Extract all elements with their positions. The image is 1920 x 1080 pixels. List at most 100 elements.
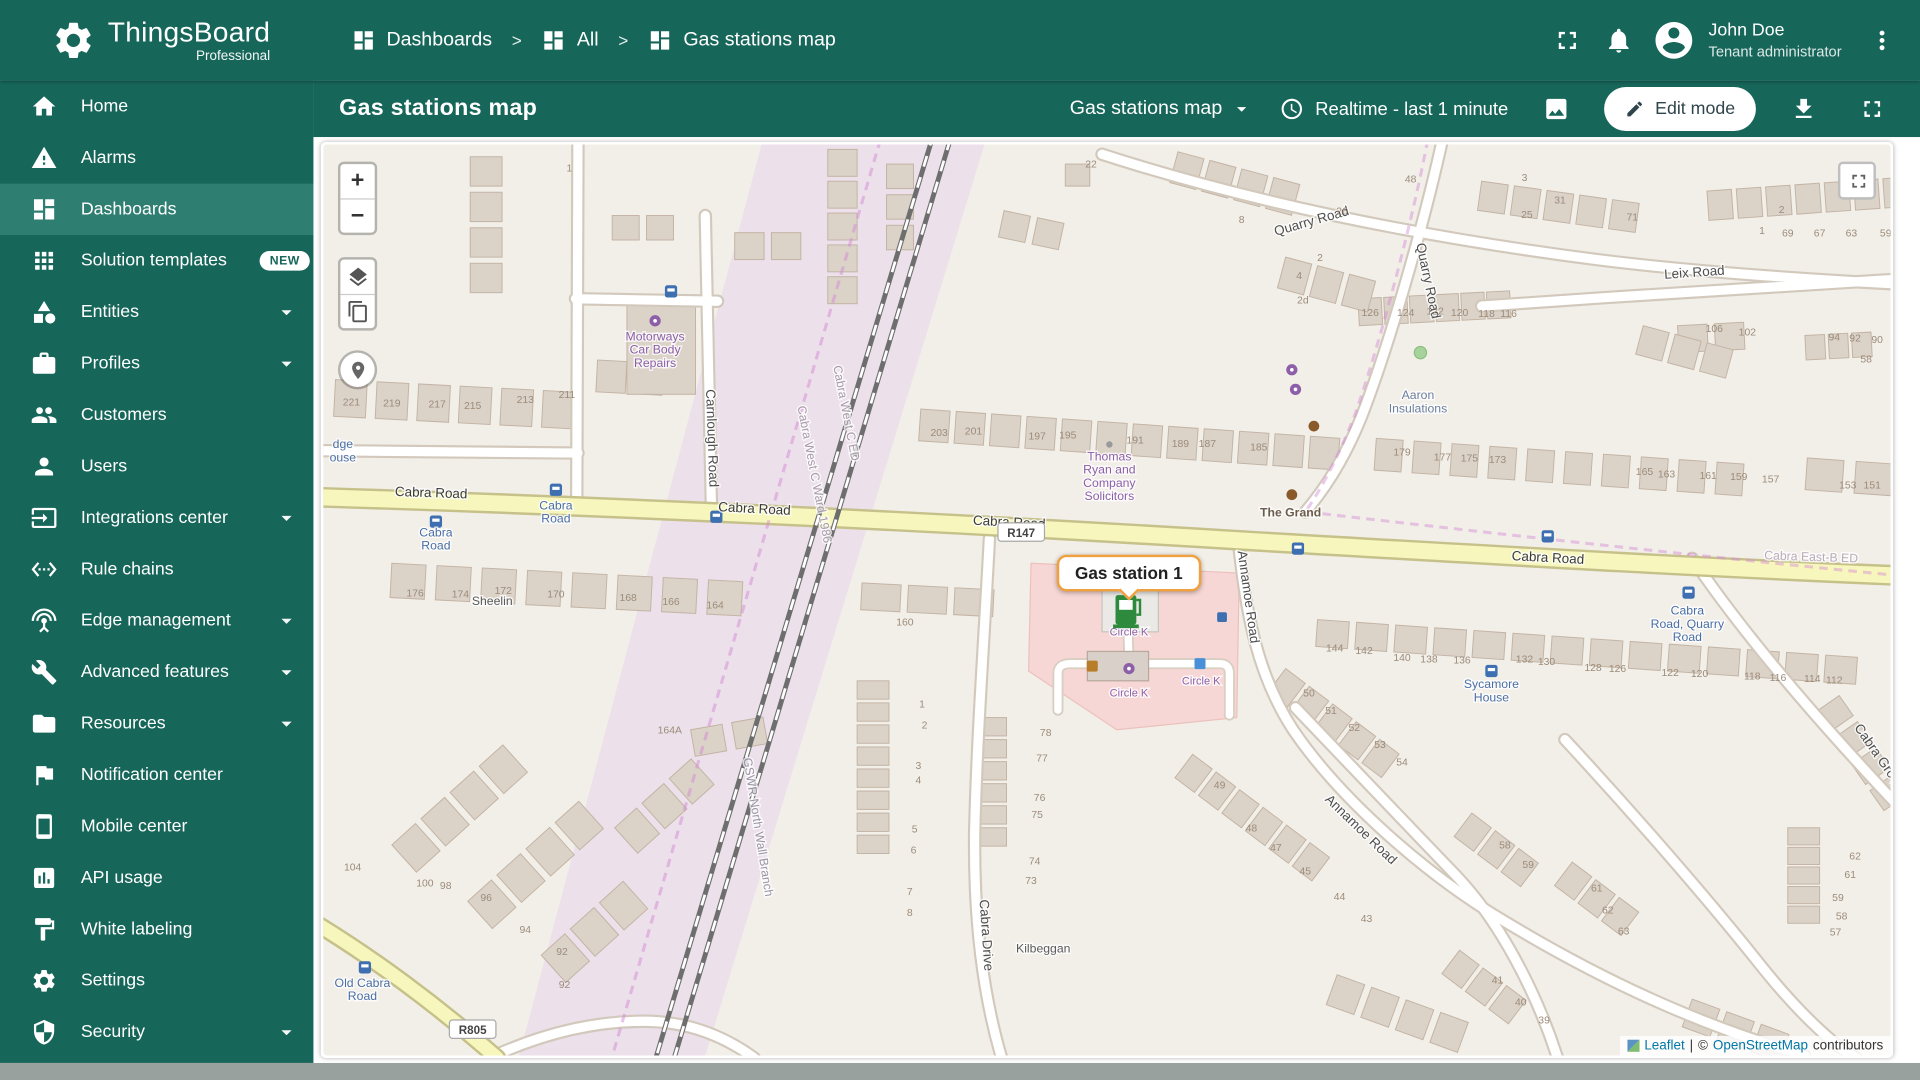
zoom-in-button[interactable]: + [340,164,374,198]
house-number: 185 [1250,443,1268,454]
house-number: 58 [1860,354,1872,365]
house-number: 157 [1762,474,1780,485]
download-icon [1795,98,1812,118]
sidebar-item-dashboards[interactable]: Dashboards [0,183,314,236]
sidebar-item-rule-chains[interactable]: Rule chains [0,544,313,595]
house-number: 58 [1499,841,1511,852]
shop-poi-icon [1286,364,1298,376]
house-number: 144 [1326,643,1344,654]
fullscreen-icon [1559,31,1577,49]
edit-mode-label: Edit mode [1655,99,1736,119]
sidebar-item-settings[interactable]: Settings [0,955,313,1006]
sidebar-item-entities[interactable]: Entities [0,287,313,338]
notifications-button[interactable] [1593,15,1644,66]
sidebar-item-users[interactable]: Users [0,441,313,492]
top-header: ThingsBoard Professional Dashboards > All >… [0,0,1920,81]
timewindow-button[interactable]: Realtime - last 1 minute [1280,97,1508,121]
map-label: Motorways Car Body Repairs [626,329,685,369]
house-number: 151 [1864,481,1882,492]
gas-station-tooltip-label: Gas station 1 [1075,562,1183,583]
map-fullscreen-button[interactable] [1837,161,1876,200]
house-number: 6 [911,845,917,856]
logo[interactable]: ThingsBoard Professional [0,15,271,63]
house-number: 63 [1846,228,1858,239]
sidebar-item-advanced-features[interactable]: Advanced features [0,647,313,698]
openstreetmap-link[interactable]: OpenStreetMap [1713,1038,1808,1053]
map-copy-button[interactable] [340,293,375,328]
sidebar-item-home[interactable]: Home [0,81,313,132]
sidebar-item-solution-templates[interactable]: Solution templates NEW [0,235,313,286]
sidebar-item-edge-management[interactable]: Edge management [0,595,313,646]
house-number: 59 [1522,860,1534,871]
toolbar-fullscreen-button[interactable] [1851,88,1893,130]
house-number: 104 [344,863,362,874]
sidebar-item-profiles[interactable]: Profiles [0,338,313,389]
users-icon [35,457,54,476]
house-number: 3 [915,761,921,772]
dashboard-select[interactable]: Gas stations map [1070,98,1253,120]
sidebar-item-label: Mobile center [80,816,188,837]
avatar[interactable] [1650,16,1699,65]
breadcrumb: Dashboards > All > Gas stations map [351,28,836,52]
sidebar-item-security[interactable]: Security [0,1007,313,1058]
route-badge: R147 [997,522,1046,542]
sidebar-item-resources[interactable]: Resources [0,698,313,749]
house-number: 122 [1662,668,1680,679]
logo-title: ThingsBoard [107,15,271,48]
house-number: 62 [1849,852,1861,863]
house-number: 187 [1199,439,1217,450]
breadcrumb-separator: > [511,30,522,51]
image-gallery-button[interactable] [1535,88,1577,130]
notification-icon [36,766,54,786]
house-number: 48 [1405,174,1417,185]
house-number: 67 [1814,228,1826,239]
breadcrumb-item-dashboards[interactable]: Dashboards [351,28,492,52]
zoom-out-button[interactable]: − [340,198,375,232]
chevron-down-icon [281,721,292,727]
leaflet-link[interactable]: Leaflet [1644,1038,1684,1053]
user-info[interactable]: John Doe Tenant administrator [1708,19,1841,61]
sidebar-item-notification-center[interactable]: Notification center [0,749,313,800]
breadcrumb-item-all[interactable]: All [541,28,599,52]
house-number: 102 [1739,328,1757,339]
more-menu-button[interactable] [1856,15,1907,66]
sidebar-item-label: Integrations center [80,508,228,528]
breadcrumb-label: Dashboards [386,29,493,51]
sidebar-item-label: Edge management [80,611,231,631]
house-number: 47 [1270,843,1282,854]
header-fullscreen-button[interactable] [1542,15,1593,66]
locate-control[interactable] [337,350,378,390]
sidebar-item-label: Notification center [80,765,223,785]
sidebar-item-alarms[interactable]: Alarms [0,132,313,183]
shop-poi-icon [1289,383,1302,396]
bus-poi-icon [664,285,678,298]
download-button[interactable] [1783,88,1825,130]
house-number: 90 [1871,335,1883,346]
sidebar-item-integrations-center[interactable]: Integrations center [0,492,313,543]
sidebar-item-label: API usage [80,868,163,888]
sidebar-item-mobile-center[interactable]: Mobile center [0,801,313,852]
sidebar-item-white-labeling[interactable]: White labeling [0,904,313,955]
sidebar-item-customers[interactable]: Customers [0,389,313,440]
house-number: 4 [1296,271,1302,282]
house-number: 126 [1362,308,1380,319]
house-number: 53 [1374,740,1386,751]
gas-station-tooltip[interactable]: Gas station 1 [1056,554,1202,591]
leaflet-logo [1627,1039,1640,1052]
bus-poi-icon [1485,664,1498,678]
house-number: 160 [896,618,914,629]
home-icon [32,96,56,116]
dashboards-icon [33,199,55,220]
gas-station-marker[interactable] [1113,595,1142,629]
edit-mode-button[interactable]: Edit mode [1603,86,1756,132]
house-number: 1 [566,163,572,174]
profiles-icon [32,352,56,374]
whitelabel-icon [35,918,55,941]
resources-icon [32,714,56,733]
house-number: 165 [1636,467,1654,478]
map-layers-button[interactable] [340,260,374,294]
security-icon [33,1019,55,1045]
breadcrumb-item-gas-stations-map[interactable]: Gas stations map [648,28,836,52]
sidebar-item-api-usage[interactable]: API usage [0,852,313,903]
map-canvas[interactable]: Quarry RoadQuarry Road Leix RoadCabra Roa… [323,144,1891,1056]
